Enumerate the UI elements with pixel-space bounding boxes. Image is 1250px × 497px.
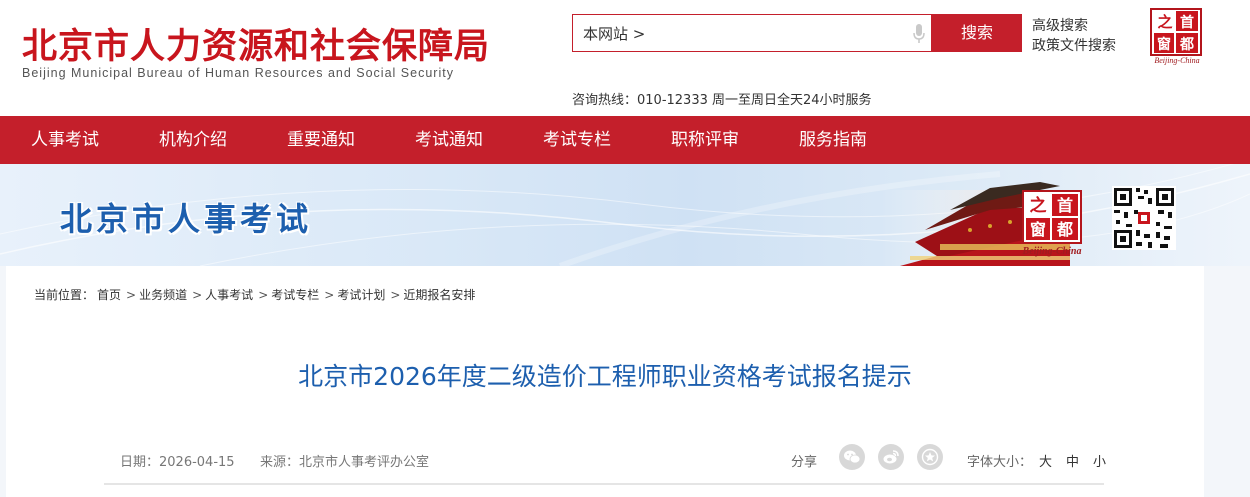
nav-item-exams[interactable]: 人事考试	[31, 116, 99, 164]
badge-char: 之	[1030, 195, 1047, 216]
qr-code-icon[interactable]	[1112, 186, 1176, 250]
article-date: 日期：2026-04-15	[120, 451, 235, 470]
article-title: 北京市2026年度二级造价工程师职业资格考试报名提示	[298, 362, 912, 391]
font-size-label: 字体大小：	[967, 455, 1033, 470]
breadcrumb-separator: >	[324, 288, 335, 302]
page-background-right	[1204, 266, 1250, 497]
advanced-search-link[interactable]: 高级搜索	[1032, 15, 1088, 35]
breadcrumb-item-registration[interactable]: 近期报名安排	[403, 288, 475, 302]
microphone-icon[interactable]	[913, 24, 925, 44]
site-logo-subtitle: Beijing Municipal Bureau of Human Resour…	[22, 66, 454, 80]
badge-char: 窗	[1157, 36, 1171, 53]
weibo-icon[interactable]	[878, 444, 904, 470]
main-nav: 人事考试 机构介绍 重要通知 考试通知 考试专栏 职称评审 服务指南	[0, 116, 1250, 164]
badge-char: 首	[1180, 14, 1194, 31]
font-size-large-button[interactable]: 大	[1039, 451, 1052, 470]
badge-char: 首	[1057, 196, 1073, 215]
badge-char: 窗	[1030, 220, 1046, 239]
nav-item-title-review[interactable]: 职称评审	[671, 116, 739, 164]
search-button[interactable]: 搜索	[932, 14, 1022, 52]
search-box	[572, 14, 932, 52]
breadcrumb-item-exam-column[interactable]: 考试专栏	[271, 288, 319, 302]
nav-item-exam-notices[interactable]: 考试通知	[415, 116, 483, 164]
nav-item-exam-column[interactable]: 考试专栏	[543, 116, 611, 164]
source-value: 北京市人事考评办公室	[299, 455, 430, 470]
breadcrumb-separator: >	[126, 288, 137, 302]
breadcrumb-prefix: 当前位置：	[34, 288, 95, 302]
favorite-icon[interactable]	[917, 444, 943, 470]
share-label: 分享	[791, 455, 818, 470]
nav-item-service-guide[interactable]: 服务指南	[799, 116, 867, 164]
wechat-icon[interactable]	[839, 444, 865, 470]
site-header: 北京市人力资源和社会保障局 Beijing Municipal Bureau o…	[0, 0, 1250, 116]
date-value: 2026-04-15	[159, 455, 235, 470]
banner-title: 北京市人事考试	[60, 200, 313, 238]
capital-window-banner-logo-icon: 之 首 窗 都	[1022, 190, 1082, 244]
breadcrumb-separator: >	[192, 288, 203, 302]
policy-search-link[interactable]: 政策文件搜索	[1032, 35, 1116, 55]
badge-caption: Beijing-China	[1154, 56, 1200, 65]
breadcrumb-item-home[interactable]: 首页	[97, 288, 121, 302]
search-input[interactable]	[573, 15, 893, 51]
site-logo-title[interactable]: 北京市人力资源和社会保障局	[22, 18, 490, 69]
date-label: 日期：	[120, 455, 160, 470]
article-source: 来源：北京市人事考评办公室	[260, 451, 429, 470]
hotline-text: 咨询热线：010-12333 周一至周日全天24小时服务	[572, 93, 872, 108]
banner-badge-caption: Beijing-China	[1022, 246, 1082, 257]
breadcrumb-separator: >	[390, 288, 401, 302]
breadcrumb-separator: >	[258, 288, 269, 302]
badge-char: 都	[1179, 37, 1194, 53]
meta-divider	[104, 483, 1104, 485]
nav-item-about[interactable]: 机构介绍	[159, 116, 227, 164]
font-size-medium-button[interactable]: 中	[1066, 451, 1079, 470]
source-label: 来源：	[260, 455, 300, 470]
breadcrumb-item-exams[interactable]: 人事考试	[205, 288, 253, 302]
badge-char: 之	[1157, 13, 1172, 31]
badge-char: 都	[1056, 220, 1073, 239]
nav-item-notices[interactable]: 重要通知	[287, 116, 355, 164]
breadcrumb-item-exam-plan[interactable]: 考试计划	[337, 288, 385, 302]
breadcrumb: 当前位置： 首页 > 业务频道 > 人事考试 > 考试专栏 > 考试计划 > 近期报名安排	[34, 286, 478, 303]
font-size-small-button[interactable]: 小	[1093, 451, 1106, 470]
breadcrumb-item-channel[interactable]: 业务频道	[139, 288, 187, 302]
